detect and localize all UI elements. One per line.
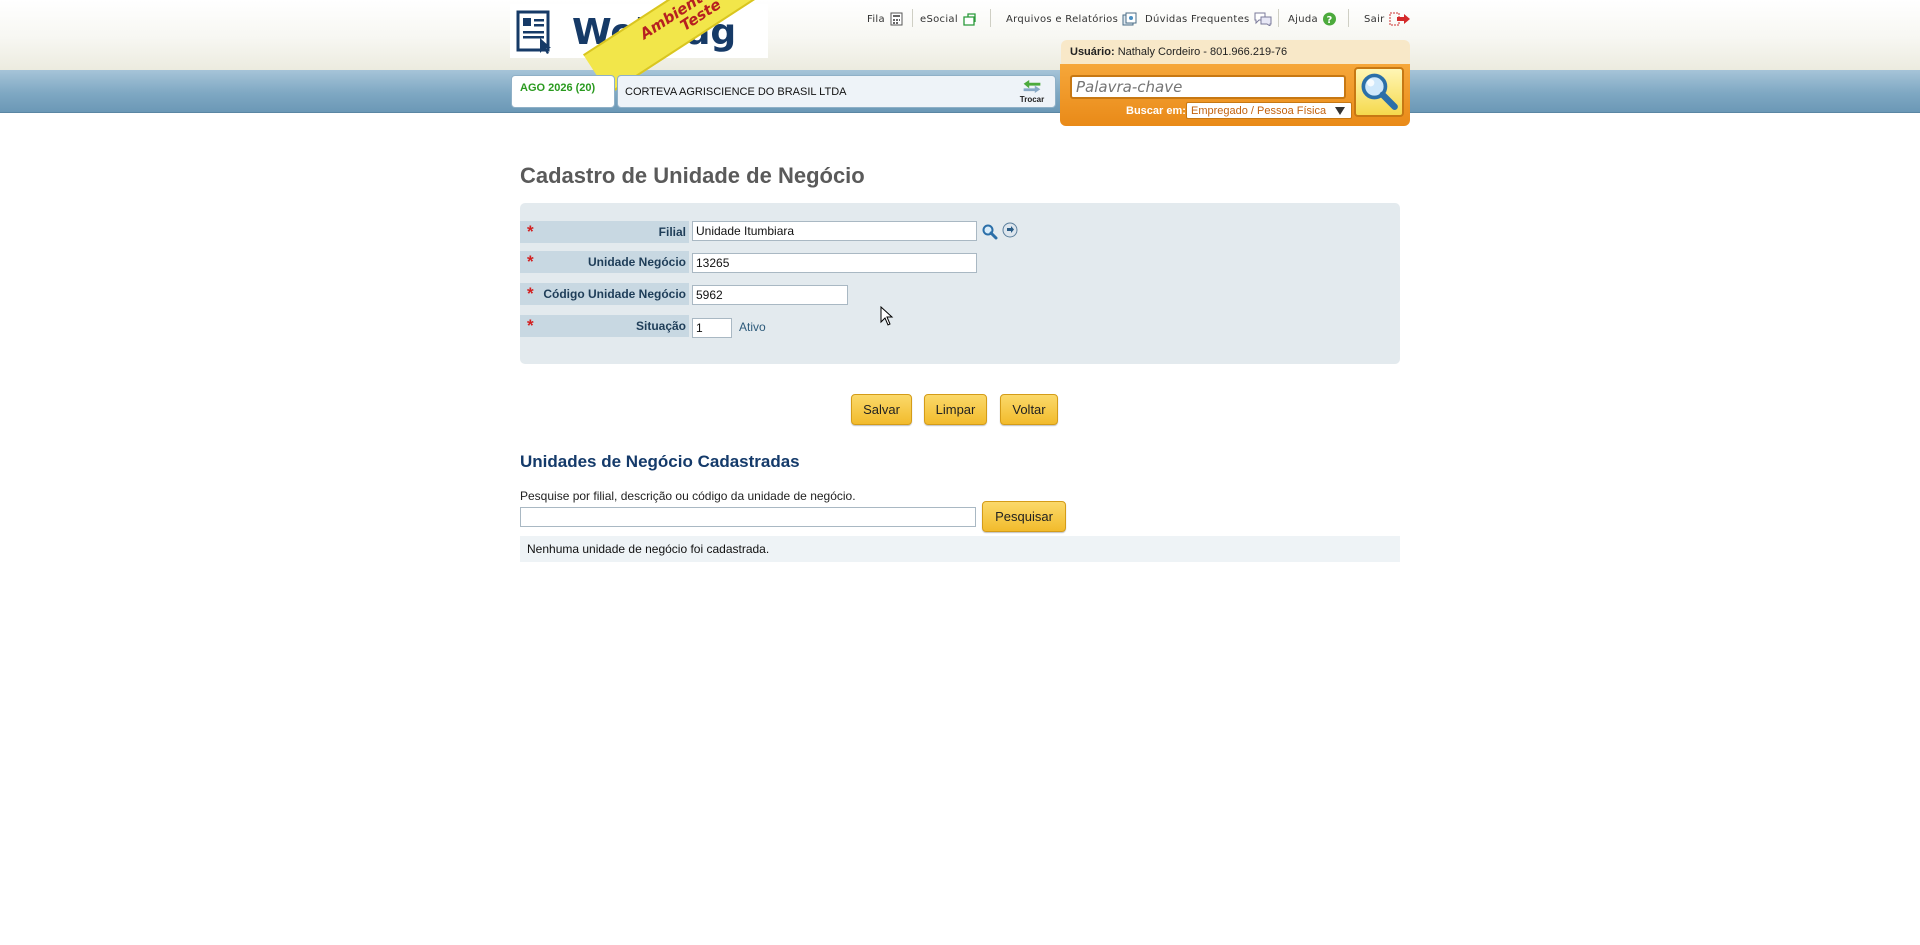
nav-fila-label: Fila bbox=[867, 13, 885, 25]
situacao-field[interactable] bbox=[692, 318, 732, 338]
competence-badge[interactable]: AGO 2026 (20) bbox=[511, 75, 615, 108]
user-info: Usuário: Nathaly Cordeiro - 801.966.219-… bbox=[1061, 40, 1410, 64]
limpar-button[interactable]: Limpar bbox=[924, 394, 987, 425]
unidade-negocio-label: * Unidade Negócio bbox=[520, 251, 689, 273]
search-hint: Pesquise por filial, descrição ou código… bbox=[520, 489, 856, 503]
empty-list-message: Nenhuma unidade de negócio foi cadastrad… bbox=[520, 536, 1400, 562]
nav-divider bbox=[1348, 9, 1349, 27]
buscar-em-label: Buscar em: bbox=[1126, 105, 1186, 117]
nav-arquivos-relatorios[interactable]: Arquivos e Relatórios bbox=[1006, 10, 1137, 28]
company-name: CORTEVA AGRISCIENCE DO BRASIL LTDA bbox=[625, 86, 847, 98]
nav-sair-label: Sair bbox=[1364, 13, 1385, 25]
global-search-button[interactable] bbox=[1354, 67, 1404, 117]
units-search-input[interactable] bbox=[520, 507, 976, 527]
user-value: Nathaly Cordeiro - 801.966.219-76 bbox=[1117, 46, 1288, 58]
filial-label: * Filial bbox=[520, 221, 689, 243]
dropdown-arrow-icon bbox=[1335, 107, 1345, 115]
nav-fila[interactable]: Fila bbox=[867, 10, 904, 28]
calculator-icon bbox=[890, 12, 903, 26]
keyword-search-input[interactable] bbox=[1070, 75, 1346, 99]
competence-text: AGO 2026 (20) bbox=[520, 82, 596, 94]
nav-divider bbox=[990, 9, 991, 27]
nav-divider bbox=[912, 9, 913, 27]
esocial-icon bbox=[963, 13, 976, 26]
user-label: Usuário: bbox=[1070, 46, 1115, 58]
nav-arquivos-label: Arquivos e Relatórios bbox=[1006, 13, 1119, 25]
exit-arrow-icon bbox=[1389, 12, 1410, 26]
files-icon bbox=[1122, 12, 1137, 26]
salvar-button[interactable]: Salvar bbox=[851, 394, 912, 425]
svg-text:?: ? bbox=[1326, 15, 1332, 26]
registered-units-title: Unidades de Negócio Cadastradas bbox=[520, 452, 800, 471]
document-logo-icon bbox=[516, 10, 551, 54]
codigo-unidade-label: * Código Unidade Negócio bbox=[520, 283, 689, 305]
details-arrow-icon[interactable] bbox=[1002, 222, 1018, 238]
nav-ajuda[interactable]: Ajuda ? bbox=[1288, 10, 1337, 28]
filial-row: * Filial bbox=[520, 221, 1400, 243]
voltar-button[interactable]: Voltar bbox=[1000, 394, 1058, 425]
nav-esocial[interactable]: eSocial bbox=[920, 10, 977, 28]
unidade-negocio-row: * Unidade Negócio bbox=[520, 251, 1400, 273]
codigo-unidade-field[interactable] bbox=[692, 285, 848, 305]
swap-arrows-icon bbox=[1023, 80, 1041, 93]
required-mark: * bbox=[527, 284, 534, 303]
search-filial-icon[interactable] bbox=[981, 223, 998, 240]
required-mark: * bbox=[527, 252, 534, 271]
mouse-pointer-icon bbox=[880, 306, 894, 326]
nav-ajuda-label: Ajuda bbox=[1288, 13, 1318, 25]
filial-field[interactable] bbox=[692, 221, 977, 241]
company-selector: CORTEVA AGRISCIENCE DO BRASIL LTDA Troca… bbox=[617, 75, 1056, 108]
nav-duvidas-frequentes[interactable]: Dúvidas Frequentes bbox=[1145, 10, 1272, 28]
codigo-unidade-row: * Código Unidade Negócio bbox=[520, 283, 1400, 305]
situacao-label: * Situação bbox=[520, 315, 689, 337]
situacao-row: * Situação Ativo bbox=[520, 315, 1400, 338]
trocar-button[interactable]: Trocar bbox=[1017, 80, 1047, 104]
chat-bubbles-icon bbox=[1254, 12, 1272, 26]
help-icon: ? bbox=[1322, 12, 1336, 26]
search-scope-select[interactable]: Empregado / Pessoa Física bbox=[1186, 102, 1352, 119]
nav-esocial-label: eSocial bbox=[920, 13, 958, 25]
required-mark: * bbox=[527, 222, 534, 241]
required-mark: * bbox=[527, 316, 534, 335]
trocar-label: Trocar bbox=[1019, 95, 1045, 104]
nav-divider bbox=[1278, 9, 1279, 27]
unidade-negocio-field[interactable] bbox=[692, 253, 977, 273]
page-title: Cadastro de Unidade de Negócio bbox=[520, 163, 865, 188]
nav-duvidas-label: Dúvidas Frequentes bbox=[1145, 13, 1250, 25]
search-scope-value: Empregado / Pessoa Física bbox=[1191, 105, 1327, 117]
nav-sair[interactable]: Sair bbox=[1364, 10, 1411, 28]
business-unit-form: * Filial * Unidade Negócio * Código Unid… bbox=[520, 203, 1400, 364]
pesquisar-button[interactable]: Pesquisar bbox=[982, 501, 1066, 532]
magnifier-icon bbox=[1361, 73, 1398, 110]
situacao-description: Ativo bbox=[739, 320, 766, 334]
global-search-panel: Buscar em: Empregado / Pessoa Física bbox=[1060, 64, 1410, 126]
